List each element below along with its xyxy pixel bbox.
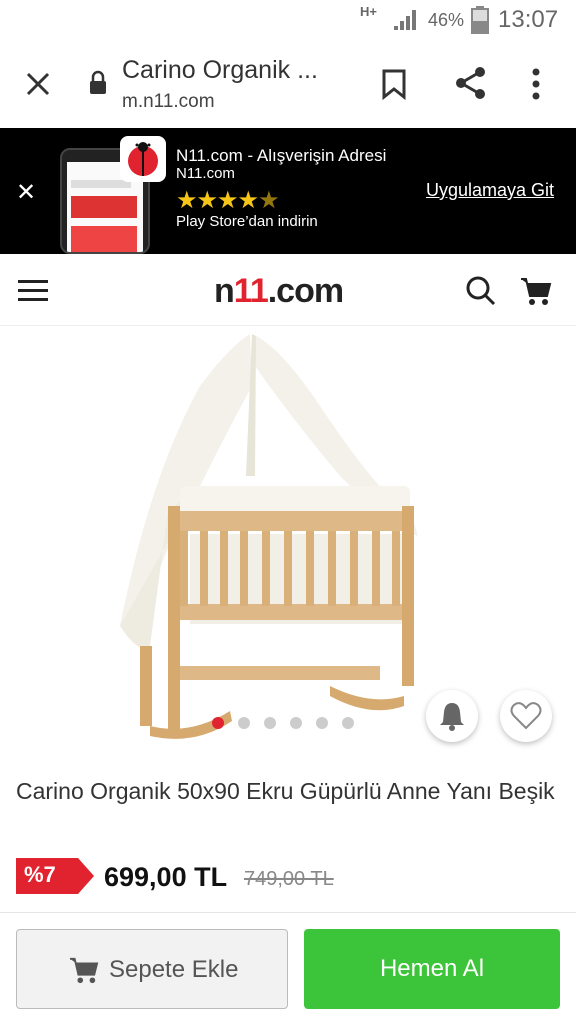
open-app-link[interactable]: Uygulamaya Git bbox=[426, 180, 554, 201]
n11-logo[interactable]: n11.com bbox=[214, 272, 344, 311]
old-price: 749,00 TL bbox=[244, 868, 334, 890]
signal-icon bbox=[394, 10, 416, 30]
carousel-indicator bbox=[212, 716, 368, 734]
hamburger-menu-icon[interactable] bbox=[18, 280, 48, 302]
favorite-button[interactable] bbox=[500, 690, 552, 742]
battery-percent: 46% bbox=[428, 10, 465, 30]
network-indicator: H+ bbox=[360, 4, 377, 19]
product-image-carousel[interactable] bbox=[0, 326, 576, 746]
carousel-dot[interactable] bbox=[290, 717, 302, 729]
logo-accent: 11 bbox=[233, 272, 269, 310]
bookmark-icon[interactable] bbox=[380, 68, 408, 100]
browser-toolbar: Carino Organik ... m.n11.com bbox=[0, 40, 576, 128]
banner-close-icon[interactable]: ✕ bbox=[16, 178, 36, 207]
site-header: n11.com bbox=[0, 256, 576, 326]
logo-prefix: n bbox=[214, 272, 235, 310]
battery-icon bbox=[471, 6, 489, 34]
bell-icon bbox=[440, 703, 464, 731]
banner-app-name: N11.com - Alışverişin Adresi bbox=[176, 146, 387, 165]
logo-suffix: .com bbox=[267, 272, 344, 310]
purchase-action-bar: Sepete Ekle Hemen Al bbox=[0, 912, 576, 1024]
more-options-icon[interactable] bbox=[530, 68, 542, 100]
discount-percent: %7 bbox=[24, 862, 56, 887]
carousel-dot[interactable] bbox=[212, 717, 224, 729]
heart-icon bbox=[510, 702, 542, 730]
buy-now-label: Hemen Al bbox=[379, 955, 485, 982]
status-bar: H+ 46% 13:07 bbox=[0, 0, 576, 40]
carousel-dot[interactable] bbox=[342, 717, 354, 729]
rating-stars: ★★★★★ bbox=[176, 187, 280, 214]
app-install-banner: ✕ N11.com - Alışverişin Adresi N11.com ★… bbox=[0, 128, 576, 254]
crib-product-image bbox=[120, 334, 418, 739]
carousel-dot[interactable] bbox=[238, 717, 250, 729]
banner-app-domain: N11.com bbox=[176, 165, 235, 182]
page-url[interactable]: m.n11.com bbox=[122, 91, 215, 113]
lock-icon bbox=[90, 70, 106, 94]
product-title: Carino Organik 50x90 Ekru Güpürlü Anne Y… bbox=[16, 778, 555, 804]
buy-now-button[interactable]: Hemen Al bbox=[304, 929, 560, 1009]
add-to-cart-label: Sepete Ekle bbox=[109, 956, 239, 983]
share-icon[interactable] bbox=[454, 66, 488, 100]
product-price: 699,00 TL bbox=[104, 862, 228, 892]
close-tab-icon[interactable] bbox=[22, 68, 54, 100]
banner-store-text: Play Store’dan indirin bbox=[176, 213, 318, 230]
search-icon[interactable] bbox=[466, 276, 496, 306]
cart-icon bbox=[70, 957, 99, 984]
clock: 13:07 bbox=[498, 6, 559, 33]
cart-icon[interactable] bbox=[520, 276, 552, 306]
carousel-dot[interactable] bbox=[316, 717, 328, 729]
page-title: Carino Organik ... bbox=[122, 56, 318, 84]
n11-app-icon bbox=[120, 136, 166, 182]
add-to-cart-button[interactable]: Sepete Ekle bbox=[16, 929, 288, 1009]
price-alert-button[interactable] bbox=[426, 690, 478, 742]
carousel-dot[interactable] bbox=[264, 717, 276, 729]
